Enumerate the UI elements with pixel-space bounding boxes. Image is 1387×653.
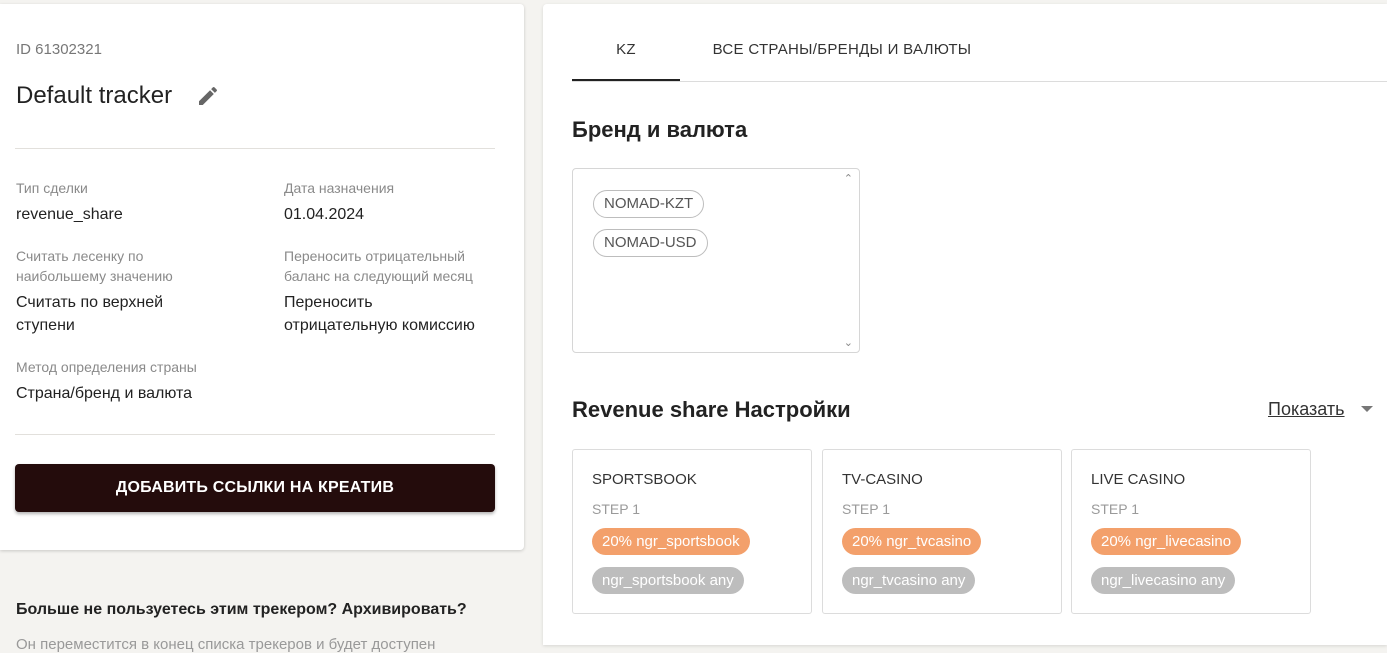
card-step: STEP 1 [1091, 501, 1139, 517]
tab-all-countries[interactable]: ВСЕ СТРАНЫ/БРЕНДЫ И ВАЛЮТЫ [692, 4, 992, 80]
card-name: LIVE CASINO [1091, 471, 1186, 488]
rate-pill: 20% ngr_sportsbook [592, 528, 750, 555]
brand-currency-title: Бренд и валюта [572, 117, 748, 142]
carry-label-line: баланс на следующий месяц [284, 268, 473, 284]
assign-date-value: 01.04.2024 [284, 206, 365, 223]
chevron-down-icon[interactable]: ⌄ [844, 336, 853, 349]
revenue-settings-title: Revenue share Настройки [572, 397, 851, 422]
ladder-label-line: наибольшему значению [16, 268, 173, 284]
scope-pill: ngr_sportsbook any [592, 567, 744, 594]
divider [15, 434, 495, 435]
settings-panel: KZ ВСЕ СТРАНЫ/БРЕНДЫ И ВАЛЮТЫ Бренд и ва… [543, 4, 1387, 645]
carry-label-line: Переносить отрицательный [284, 248, 466, 264]
scope-pill: ngr_livecasino any [1091, 567, 1236, 594]
carry-value-line: отрицательную комиссию [284, 317, 475, 334]
tracker-id: ID 61302321 [16, 41, 102, 58]
card-name: TV-CASINO [842, 471, 923, 488]
tracker-card: ID 61302321 Default tracker Тип сделки r… [0, 4, 524, 550]
revenue-card-live-casino: LIVE CASINO STEP 1 20% ngr_livecasino ng… [1071, 449, 1311, 614]
carry-value-line: Переносить [284, 294, 373, 311]
card-step: STEP 1 [842, 501, 890, 517]
chevron-up-icon[interactable]: ⌃ [844, 172, 853, 185]
brand-select[interactable]: ⌃ NOMAD-KZT NOMAD-USD ⌄ [572, 168, 860, 353]
show-toggle[interactable]: Показать [1268, 399, 1345, 420]
ladder-value-line: ступени [16, 317, 75, 334]
add-creative-links-button[interactable]: ДОБАВИТЬ ССЫЛКИ НА КРЕАТИВ [15, 464, 495, 512]
carry-balance-value: Переносить отрицательную комиссию [284, 291, 475, 337]
pencil-icon[interactable] [196, 84, 220, 108]
rate-pill: 20% ngr_tvcasino [842, 528, 982, 555]
scope-pill: ngr_tvcasino any [842, 567, 976, 594]
assign-date-label: Дата назначения [284, 180, 395, 196]
ladder-value-line: Считать по верхней [16, 294, 164, 311]
brand-chip[interactable]: NOMAD-KZT [593, 190, 705, 218]
revenue-card-sportsbook: SPORTSBOOK STEP 1 20% ngr_sportsbook ngr… [572, 449, 812, 614]
tab-kz[interactable]: KZ [572, 4, 680, 81]
ladder-label-line: Считать лесенку по [16, 248, 144, 264]
deal-type-value: revenue_share [16, 206, 123, 223]
tab-bar: KZ ВСЕ СТРАНЫ/БРЕНДЫ И ВАЛЮТЫ [572, 4, 1387, 82]
tracker-title: Default tracker [16, 82, 173, 109]
revenue-card-tv-casino: TV-CASINO STEP 1 20% ngr_tvcasino ngr_tv… [822, 449, 1062, 614]
card-step: STEP 1 [592, 501, 640, 517]
carry-balance-label: Переносить отрицательный баланс на следу… [284, 246, 473, 286]
card-name: SPORTSBOOK [592, 471, 697, 488]
country-method-value: Страна/бренд и валюта [16, 385, 193, 402]
country-method-label: Метод определения страны [16, 359, 197, 375]
rate-pill: 20% ngr_livecasino [1091, 528, 1242, 555]
ladder-label: Считать лесенку по наибольшему значению [16, 246, 173, 286]
ladder-value: Считать по верхней ступени [16, 291, 163, 337]
archive-question-link[interactable]: Больше не пользуетесь этим трекером? Арх… [16, 601, 467, 619]
brand-chip[interactable]: NOMAD-USD [593, 229, 708, 257]
caret-down-icon[interactable] [1361, 406, 1373, 412]
deal-type-label: Тип сделки [16, 180, 88, 196]
divider [15, 148, 495, 149]
